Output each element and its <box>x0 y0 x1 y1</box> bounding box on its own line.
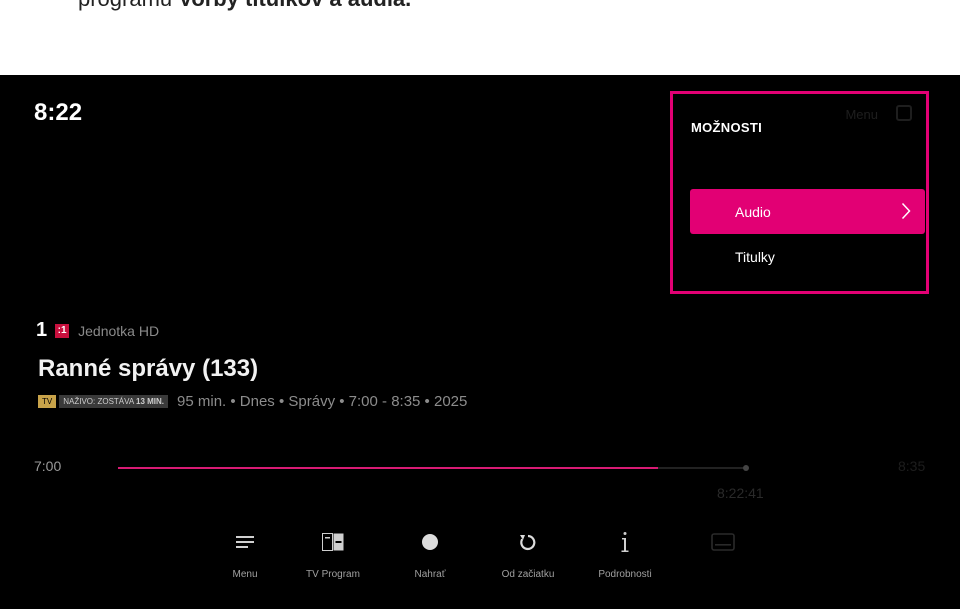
details-button[interactable]: Podrobnosti <box>580 529 670 580</box>
channel-info: 1 :1 Jednotka HD <box>36 319 159 342</box>
menu-button-label: Menu <box>232 569 258 580</box>
tv-player-screen: 8:22 1 :1 Jednotka HD Ranné správy (133)… <box>0 75 960 609</box>
details-button-label: Podrobnosti <box>598 569 652 580</box>
caption-text: programu <box>78 0 178 11</box>
progress-end-marker <box>743 465 749 471</box>
program-details: 95 min. • Dnes • Správy • 7:00 - 8:35 • … <box>177 393 468 410</box>
options-panel: Menu MOŽNOSTI Audio Titulky <box>670 91 929 294</box>
progress-fill <box>118 467 659 469</box>
channel-name: Jednotka HD <box>78 322 160 339</box>
progress-bar[interactable] <box>118 465 749 471</box>
menu-icon <box>200 529 290 555</box>
live-badge-remaining: 13 MIN. <box>136 397 165 406</box>
subtitles-icon <box>678 529 768 555</box>
tv-guide-icon <box>288 529 378 555</box>
option-subtitles[interactable]: Titulky <box>690 234 925 279</box>
info-icon <box>580 529 670 555</box>
tv-program-button-label: TV Program <box>306 569 360 580</box>
live-badge-text: NAŽIVO: ZOSTÁVA <box>63 397 136 406</box>
channel-number: 1 <box>36 319 48 341</box>
restart-icon <box>483 529 573 555</box>
option-audio-label: Audio <box>735 203 771 220</box>
chevron-right-icon <box>901 202 911 223</box>
record-button[interactable]: Nahrať <box>385 529 475 580</box>
caption-bold-text: Voľby titulkov a audia. <box>178 0 411 11</box>
timeline-end: 8:35 <box>898 458 926 474</box>
menu-key-icon <box>896 105 912 121</box>
tv-badge: TV <box>38 395 57 408</box>
restart-button[interactable]: Od začiatku <box>483 529 573 580</box>
option-audio[interactable]: Audio <box>690 189 925 234</box>
tv-program-button[interactable]: TV Program <box>288 529 378 580</box>
subtitles-button[interactable] <box>678 529 768 569</box>
program-title: Ranné správy (133) <box>38 355 259 382</box>
record-icon <box>385 529 475 555</box>
option-subtitles-label: Titulky <box>735 248 775 265</box>
panel-menu-hint: Menu <box>845 107 878 122</box>
record-button-label: Nahrať <box>414 569 446 580</box>
clock: 8:22 <box>34 99 83 126</box>
live-badge: NAŽIVO: ZOSTÁVA 13 MIN. <box>59 395 169 408</box>
instruction-caption: programu Voľby titulkov a audia. <box>78 0 411 12</box>
timeline-start: 7:00 <box>34 458 62 474</box>
current-time: 8:22:41 <box>717 485 764 501</box>
program-meta: TV NAŽIVO: ZOSTÁVA 13 MIN. 95 min. • Dne… <box>38 393 467 410</box>
channel-logo-icon: :1 <box>55 323 70 338</box>
panel-title: MOŽNOSTI <box>691 120 763 135</box>
player-toolbar: Menu TV Program Nahrať Od začiatku Podro… <box>200 529 780 589</box>
restart-button-label: Od začiatku <box>501 569 555 580</box>
menu-button[interactable]: Menu <box>200 529 290 580</box>
